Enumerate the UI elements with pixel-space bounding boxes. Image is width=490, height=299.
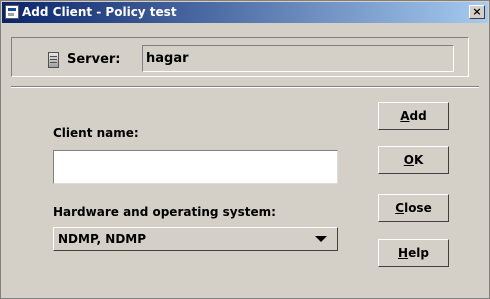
help-button-mnemonic: H: [398, 246, 409, 260]
ok-button-mnemonic: O: [403, 153, 414, 167]
client-name-input[interactable]: [53, 150, 338, 184]
add-button[interactable]: Add: [378, 102, 449, 130]
server-field: hagar: [142, 45, 454, 72]
chevron-down-icon[interactable]: [315, 236, 327, 242]
help-button[interactable]: Help: [378, 239, 449, 267]
server-value: hagar: [146, 51, 189, 66]
add-client-dialog: Add Client - Policy test × Server: hagar…: [0, 0, 490, 299]
client-name-label: Client name:: [53, 126, 139, 140]
add-button-mnemonic: A: [400, 109, 410, 123]
hardware-os-select[interactable]: NDMP, NDMP: [53, 227, 338, 251]
window-title: Add Client - Policy test: [22, 5, 177, 19]
server-label: Server:: [67, 52, 121, 67]
close-button-label: lose: [404, 201, 432, 215]
app-window-icon: [5, 5, 19, 19]
close-button[interactable]: Close: [378, 194, 449, 222]
close-icon[interactable]: ×: [469, 5, 485, 19]
title-bar[interactable]: Add Client - Policy test ×: [2, 2, 488, 23]
close-button-mnemonic: C: [395, 201, 405, 215]
server-icon: [48, 52, 59, 68]
add-button-label: dd: [409, 109, 427, 123]
separator: [11, 86, 479, 88]
hardware-os-value: NDMP, NDMP: [58, 232, 147, 246]
help-button-label: elp: [408, 246, 429, 260]
ok-button-label: K: [413, 153, 424, 167]
hardware-os-label: Hardware and operating system:: [53, 205, 276, 219]
ok-button[interactable]: OK: [378, 146, 449, 174]
